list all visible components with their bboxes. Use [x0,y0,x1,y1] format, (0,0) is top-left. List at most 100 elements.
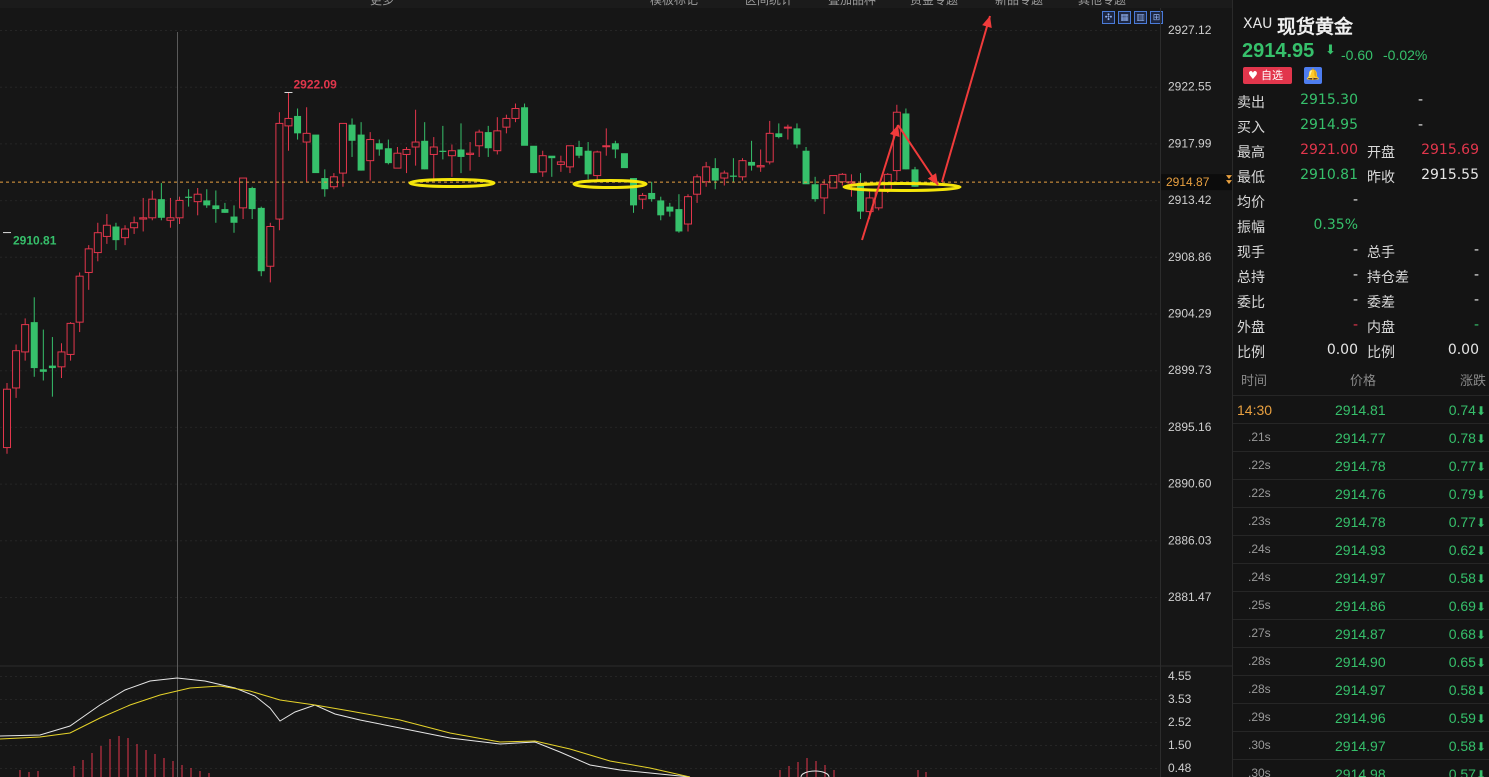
tick-row[interactable]: .25s 2914.86 0.69⬇ [1233,591,1489,619]
candle-body [121,228,130,239]
bell-icon[interactable]: 🔔 [1304,67,1322,84]
tick-row[interactable]: .24s 2914.97 0.58⬇ [1233,563,1489,591]
price-axis-label: 2886.03 [1168,533,1212,547]
tick-change: 0.58⬇ [1449,738,1486,754]
total-hand-value: - [1473,242,1479,258]
tick-price: 2914.78 [1335,458,1386,474]
down-arrow-icon: ⬇ [1475,656,1486,670]
tick-price: 2914.77 [1335,430,1386,446]
tick-row[interactable]: .23s 2914.78 0.77⬇ [1233,507,1489,535]
tick-change: 0.57⬇ [1449,766,1486,777]
down-arrow-icon: ⬇ [1475,740,1486,754]
candle-body [447,150,456,157]
toolbar-fund-topic[interactable]: 资金专题 [910,0,958,8]
tick-change-value: 0.77 [1448,458,1476,474]
tick-row[interactable]: .28s 2914.97 0.58⬇ [1233,675,1489,703]
candle-body [657,200,665,216]
tick-row[interactable]: .30s 2914.97 0.58⬇ [1233,731,1489,759]
candle-body [602,145,611,148]
candle-body [275,122,284,220]
candle-body [892,111,901,172]
tick-price: 2914.97 [1335,570,1386,586]
toolbar-new-topic[interactable]: 新品专题 [995,0,1043,8]
tick-row[interactable]: .22s 2914.78 0.77⬇ [1233,451,1489,479]
tick-time: .23s [1248,514,1271,528]
toolbar-other-topic[interactable]: 其他专题 [1078,0,1126,8]
tick-row[interactable]: .28s 2914.90 0.65⬇ [1233,647,1489,675]
sell-label: 卖出 [1237,95,1265,111]
candle-body [611,143,619,150]
tick-row[interactable]: .22s 2914.76 0.79⬇ [1233,479,1489,507]
symbol-code: XAU [1243,16,1273,32]
candle-body [756,165,765,168]
tick-time: .21s [1248,430,1271,444]
tick-change-value: 0.69 [1448,598,1476,614]
tick-change: 0.58⬇ [1449,570,1486,586]
candle-body [675,209,683,232]
tick-change-value: 0.68 [1448,626,1476,642]
high-value: 2921.00 [1300,142,1358,158]
candle-body [502,117,511,128]
tick-change-value: 0.57 [1448,766,1476,777]
tick-row[interactable]: .21s 2914.77 0.78⬇ [1233,423,1489,451]
toolbar-template[interactable]: 模板标记 [650,0,698,8]
candle-body [738,160,747,178]
quote-panel: XAU 现货黄金 2914.95 ⬇ -0.60 -0.02% ♥ 自选 🔔 卖… [1232,0,1489,777]
add-favorite-button[interactable]: ♥ 自选 [1243,67,1292,84]
prev-value: 2915.55 [1421,167,1479,183]
price-axis-label: 2890.60 [1168,477,1212,491]
toolbar-more[interactable]: 更多 [370,0,394,8]
tick-row[interactable]: .24s 2914.93 0.62⬇ [1233,535,1489,563]
symbol-name: 现货黄金 [1277,16,1354,38]
candle-body [575,147,583,156]
candle-body [429,146,438,155]
toolbar-overlay[interactable]: 叠加品种 [828,0,876,8]
tick-time: .27s [1248,626,1271,640]
down-arrow-icon: ⬇ [1475,404,1486,418]
quote-row: 振幅 0.35% [1233,217,1489,237]
candle-body [375,143,383,150]
candle-body [338,122,347,174]
buy-extra: - [1417,117,1423,133]
candle-body [30,322,38,369]
low-label: 最低 [1237,170,1265,186]
candle-body [75,275,84,323]
arrow-up-2 [941,15,991,183]
tick-row[interactable]: .29s 2914.96 0.59⬇ [1233,703,1489,731]
candle-body [185,196,193,198]
tick-row[interactable]: .30s 2914.98 0.57⬇ [1233,759,1489,777]
candle-body [302,132,311,143]
tick-time: 14:30 [1237,402,1273,418]
tick-price: 2914.81 [1335,402,1386,418]
price-axis-label: 2922.55 [1168,80,1212,94]
toolbar-range-stats[interactable]: 区间统计 [745,0,793,8]
kline-chart[interactable]: 2914.87 2922.09 2910.81 2927.12 2922.55 2917… [0,8,1232,777]
cur-hand-value: - [1352,242,1358,258]
candle-body [294,115,302,134]
candle-body [212,205,220,210]
tick-change-value: 0.78 [1448,430,1476,446]
tick-time: .24s [1248,542,1271,556]
tick-change: 0.65⬇ [1449,654,1486,670]
tick-change-value: 0.74 [1448,402,1476,418]
ratio1-label: 比例 [1237,345,1265,361]
candle-body [793,128,801,145]
candle-body [521,107,529,146]
candle-body [584,150,592,175]
kline-chart-area[interactable]: 2914.87 2922.09 2910.81 2927.12 2922.55 2917… [0,8,1232,777]
tick-change-value: 0.58 [1448,570,1476,586]
candle-body [12,350,21,389]
down-arrow-icon: ⬇ [1475,572,1486,586]
candle-body [248,187,256,210]
tick-time: .29s [1248,710,1271,724]
candle-body [312,134,320,174]
tick-price: 2914.97 [1335,738,1386,754]
candle-body [811,184,819,200]
tick-row[interactable]: .27s 2914.87 0.68⬇ [1233,619,1489,647]
candle-body [148,198,157,219]
candle-body [530,145,538,174]
tick-change-value: 0.62 [1448,542,1476,558]
tick-row[interactable]: 14:30 2914.81 0.74⬇ [1233,395,1489,423]
tick-price-header: 价格 [1350,374,1377,389]
candle-body [666,206,674,212]
